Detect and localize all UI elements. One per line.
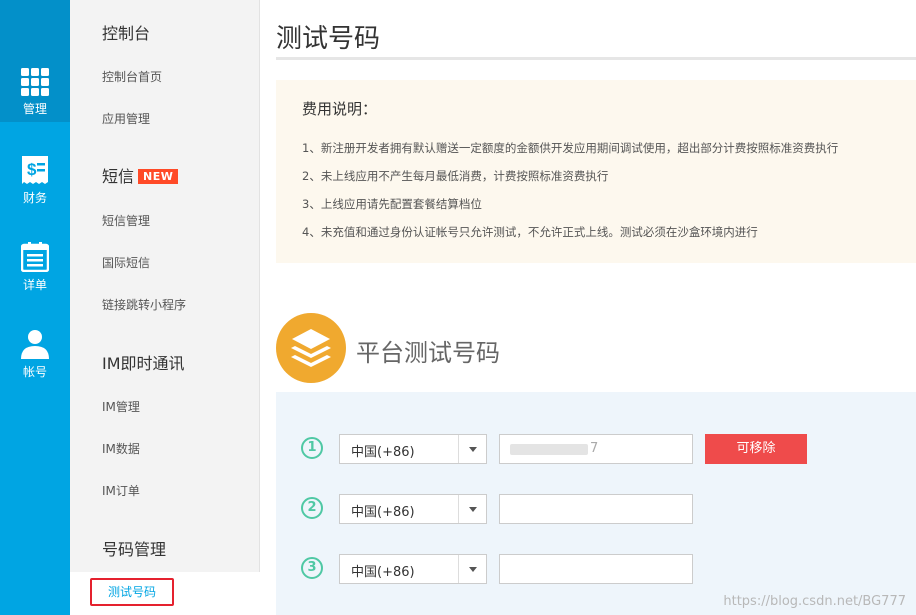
sidebar-item-console-home[interactable]: 控制台首页	[102, 68, 162, 85]
main-nav-rail: 管理 $ 财务 详单 帐号	[0, 0, 70, 615]
row-number-badge: 1	[301, 437, 323, 459]
notice-line: 3、上线应用请先配置套餐结算档位	[302, 197, 482, 211]
sidebar-item-app-management[interactable]: 应用管理	[102, 110, 150, 127]
sidebar-item-sms-management[interactable]: 短信管理	[102, 212, 150, 229]
section-numbers-title: 号码管理	[102, 540, 167, 559]
chevron-down-icon	[469, 507, 477, 512]
country-code-value: 中国(+86)	[351, 445, 415, 460]
svg-text:$: $	[27, 160, 37, 179]
nav-detail-label: 详单	[22, 278, 47, 292]
sidebar-item-mini-program-link[interactable]: 链接跳转小程序	[102, 296, 186, 313]
section-sms-title: 短信 NEW	[102, 163, 179, 187]
sidebar-item-im-orders[interactable]: IM订单	[102, 482, 140, 499]
phone-number-input[interactable]: 7	[499, 434, 693, 464]
chevron-down-icon	[469, 567, 477, 572]
new-badge: NEW	[138, 169, 179, 184]
country-code-select[interactable]: 中国(+86)	[339, 554, 487, 584]
country-code-select[interactable]: 中国(+86)	[339, 494, 487, 524]
country-code-value: 中国(+86)	[351, 565, 415, 580]
nav-finance-label: 财务	[22, 191, 47, 205]
nav-finance[interactable]: $ 财务	[0, 155, 70, 206]
page-title: 测试号码	[276, 24, 381, 54]
nav-account[interactable]: 帐号	[0, 329, 70, 380]
secondary-sidebar: 控制台 控制台首页 应用管理 短信 NEW 短信管理 国际短信 链接跳转小程序 I…	[70, 0, 260, 615]
platform-section-title: 平台测试号码	[356, 339, 500, 367]
calendar-list-icon	[21, 242, 49, 272]
section-sms-label: 短信	[102, 167, 135, 186]
nav-account-label: 帐号	[22, 365, 47, 379]
notice-line: 1、新注册开发者拥有默认赠送一定额度的金额供开发应用期间调试使用，超出部分计费按…	[302, 141, 839, 155]
nav-manage-label: 管理	[22, 102, 47, 116]
nav-detail[interactable]: 详单	[0, 242, 70, 293]
sidebar-item-im-management[interactable]: IM管理	[102, 398, 140, 415]
phone-number-input[interactable]	[499, 494, 693, 524]
remove-number-button[interactable]: 可移除	[705, 434, 807, 464]
main-content: 测试号码 费用说明： 1、新注册开发者拥有默认赠送一定额度的金额供开发应用期间调…	[276, 0, 916, 615]
redacted-phone	[510, 444, 588, 455]
country-code-value: 中国(+86)	[351, 505, 415, 520]
notice-line: 2、未上线应用不产生每月最低消费，计费按照标准资费执行	[302, 169, 609, 183]
layers-icon	[276, 313, 346, 383]
finance-icon: $	[22, 156, 48, 184]
section-console-title: 控制台	[102, 24, 151, 43]
row-number-badge: 2	[301, 497, 323, 519]
nav-manage[interactable]: 管理	[0, 0, 70, 122]
section-im-title: IM即时通讯	[102, 354, 185, 373]
select-divider	[458, 495, 459, 523]
chevron-down-icon	[469, 447, 477, 452]
notice-line: 4、未充值和通过身份认证帐号只允许测试，不允许正式上线。测试必须在沙盒环境内进行	[302, 225, 758, 239]
fee-notice: 费用说明： 1、新注册开发者拥有默认赠送一定额度的金额供开发应用期间调试使用，超…	[276, 80, 916, 263]
phone-visible-digit: 7	[590, 441, 599, 456]
select-divider	[458, 435, 459, 463]
grid-icon	[21, 68, 49, 96]
sidebar-item-im-data[interactable]: IM数据	[102, 440, 140, 457]
watermark: https://blog.csdn.net/BG777	[723, 594, 906, 609]
sidebar-item-international-sms[interactable]: 国际短信	[102, 254, 150, 271]
title-divider	[276, 57, 916, 60]
row-number-badge: 3	[301, 557, 323, 579]
notice-title: 费用说明：	[302, 100, 378, 118]
country-code-select[interactable]: 中国(+86)	[339, 434, 487, 464]
sidebar-item-test-numbers[interactable]: 测试号码	[90, 578, 174, 606]
user-icon	[21, 330, 49, 359]
select-divider	[458, 555, 459, 583]
phone-number-input[interactable]	[499, 554, 693, 584]
